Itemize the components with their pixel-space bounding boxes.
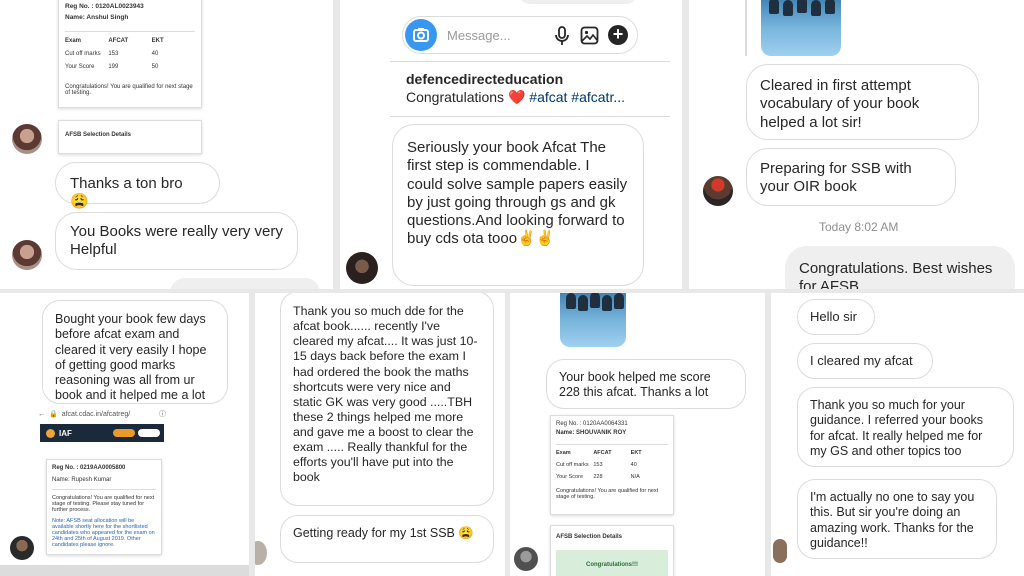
shared-photo	[560, 293, 626, 347]
result-card: Reg No. : 0219AA0005800 Name: Rupesh Kum…	[46, 459, 162, 555]
message-bubble: You Books were really very very Helpful	[55, 212, 298, 270]
message-bubble: Getting ready for my 1st SSB 😩	[280, 515, 494, 563]
add-button[interactable]: +	[608, 25, 628, 45]
afsb-title: AFSB Selection Details	[556, 534, 623, 540]
message-bubble: I cleared my afcat	[797, 343, 933, 379]
table-header: Exam AFCAT EKT	[65, 38, 164, 44]
info-icon: ⓘ	[159, 411, 166, 418]
avatar	[773, 539, 787, 563]
message-bubble: Thanks a ton bro 😩	[55, 162, 220, 210]
result-card: Reg No. : 0120AL0023943 Name: Anshul Sin…	[58, 0, 202, 108]
gallery-icon[interactable]	[580, 26, 599, 45]
sent-bubble-partial	[170, 278, 320, 289]
bottom-strip	[0, 565, 249, 576]
message-bubble: I'm actually no one to say you this. But…	[797, 479, 997, 559]
afsb-card: AFSB Selection Details Congratulations!!…	[550, 525, 674, 576]
camera-icon	[413, 28, 429, 42]
avatar	[703, 176, 733, 206]
reg-number: Reg No. : 0120AA0064331	[556, 421, 628, 427]
avatar	[10, 536, 34, 560]
chat-panel-6: Your book helped me score 228 this afcat…	[510, 293, 765, 576]
message-input[interactable]: Message...	[447, 28, 511, 43]
chat-panel-1: Reg No. : 0120AL0023943 Name: Anshul Sin…	[0, 0, 333, 289]
message-bubble: Thank you so much for your guidance. I r…	[797, 387, 1014, 467]
sent-bubble: Congratulations. Best wishes for AFSB	[785, 246, 1015, 289]
chat-panel-4: Bought your book few days before afcat e…	[0, 293, 249, 576]
post-caption: Congratulations ❤️ #afcat #afcatr...	[406, 89, 626, 105]
header-button	[113, 429, 135, 437]
message-bubble: Cleared in first attempt vocabulary of y…	[746, 64, 979, 140]
result-note: Congratulations! You are qualified for n…	[52, 489, 156, 513]
table-row: Cut off marks 153 40	[556, 462, 637, 468]
timestamp: Today 8:02 AM	[819, 220, 899, 234]
sent-bubble-partial	[518, 0, 638, 4]
avatar	[255, 541, 267, 565]
plus-icon: +	[612, 24, 624, 44]
result-card: Reg No. : 0120AA0064331 Name: SHOUVANIK …	[550, 415, 674, 515]
table-row: Your Score 228 N/A	[556, 474, 640, 480]
avatar	[514, 547, 538, 571]
candidate-name: Name: Rupesh Kumar	[52, 477, 112, 483]
candidate-name: Name: SHOUVANIK ROY	[556, 430, 627, 436]
message-bubble: Bought your book few days before afcat e…	[42, 300, 228, 404]
afsb-title: AFSB Selection Details	[65, 132, 132, 138]
avatar	[12, 240, 42, 270]
result-note: Congratulations! You are qualified for n…	[556, 488, 659, 500]
page-url: afcat.cdac.in/afcatreg/	[61, 410, 131, 418]
table-row: Cut off marks 153 40	[65, 51, 159, 57]
message-bubble: Thank you so much dde for the afcat book…	[280, 293, 494, 506]
camera-button[interactable]	[405, 19, 437, 51]
browser-bar: ← 🔒 afcat.cdac.in/afcatreg/ ⓘ	[38, 407, 166, 421]
header-button	[138, 429, 160, 437]
avatar	[346, 252, 378, 284]
result-note: Congratulations! You are qualified for n…	[65, 84, 193, 96]
message-bubble: Your book helped me score 228 this afcat…	[546, 359, 746, 409]
chat-panel-3: Cleared in first attempt vocabulary of y…	[689, 0, 1024, 289]
reg-number: Reg No. : 0219AA0005800	[52, 465, 126, 471]
reg-number: Reg No. : 0120AL0023943	[65, 3, 144, 10]
candidate-name: Name: Anshul Singh	[65, 14, 129, 21]
chat-panel-2: Message... + defencedirecteducation Cong…	[340, 0, 682, 289]
message-bubble: Hello sir	[797, 299, 875, 335]
congrats-banner: Congratulations!!!	[556, 550, 668, 576]
microphone-icon[interactable]	[553, 26, 571, 46]
message-composer[interactable]: Message... +	[402, 16, 638, 54]
post-username[interactable]: defencedirecteducation	[406, 71, 563, 87]
message-bubble: Seriously your book Afcat The first step…	[392, 124, 644, 286]
iaf-logo-icon	[46, 428, 55, 438]
avatar	[12, 124, 42, 154]
seat-note: Note: AFSB seat allocation will be avail…	[52, 518, 155, 548]
table-row: Your Score 199 50	[65, 64, 159, 70]
table-header: Exam AFCAT EKT	[556, 450, 642, 456]
back-icon: ←	[38, 410, 45, 418]
afsb-card: AFSB Selection Details	[58, 120, 202, 154]
chat-panel-7: Hello sir I cleared my afcat Thank you s…	[771, 293, 1024, 576]
iaf-header: IAF	[40, 424, 164, 442]
lock-icon: 🔒	[49, 411, 58, 418]
message-bubble: Preparing for SSB with your OIR book	[746, 148, 956, 206]
shared-photo	[761, 0, 841, 56]
chat-panel-5: Thank you so much dde for the afcat book…	[255, 293, 505, 576]
